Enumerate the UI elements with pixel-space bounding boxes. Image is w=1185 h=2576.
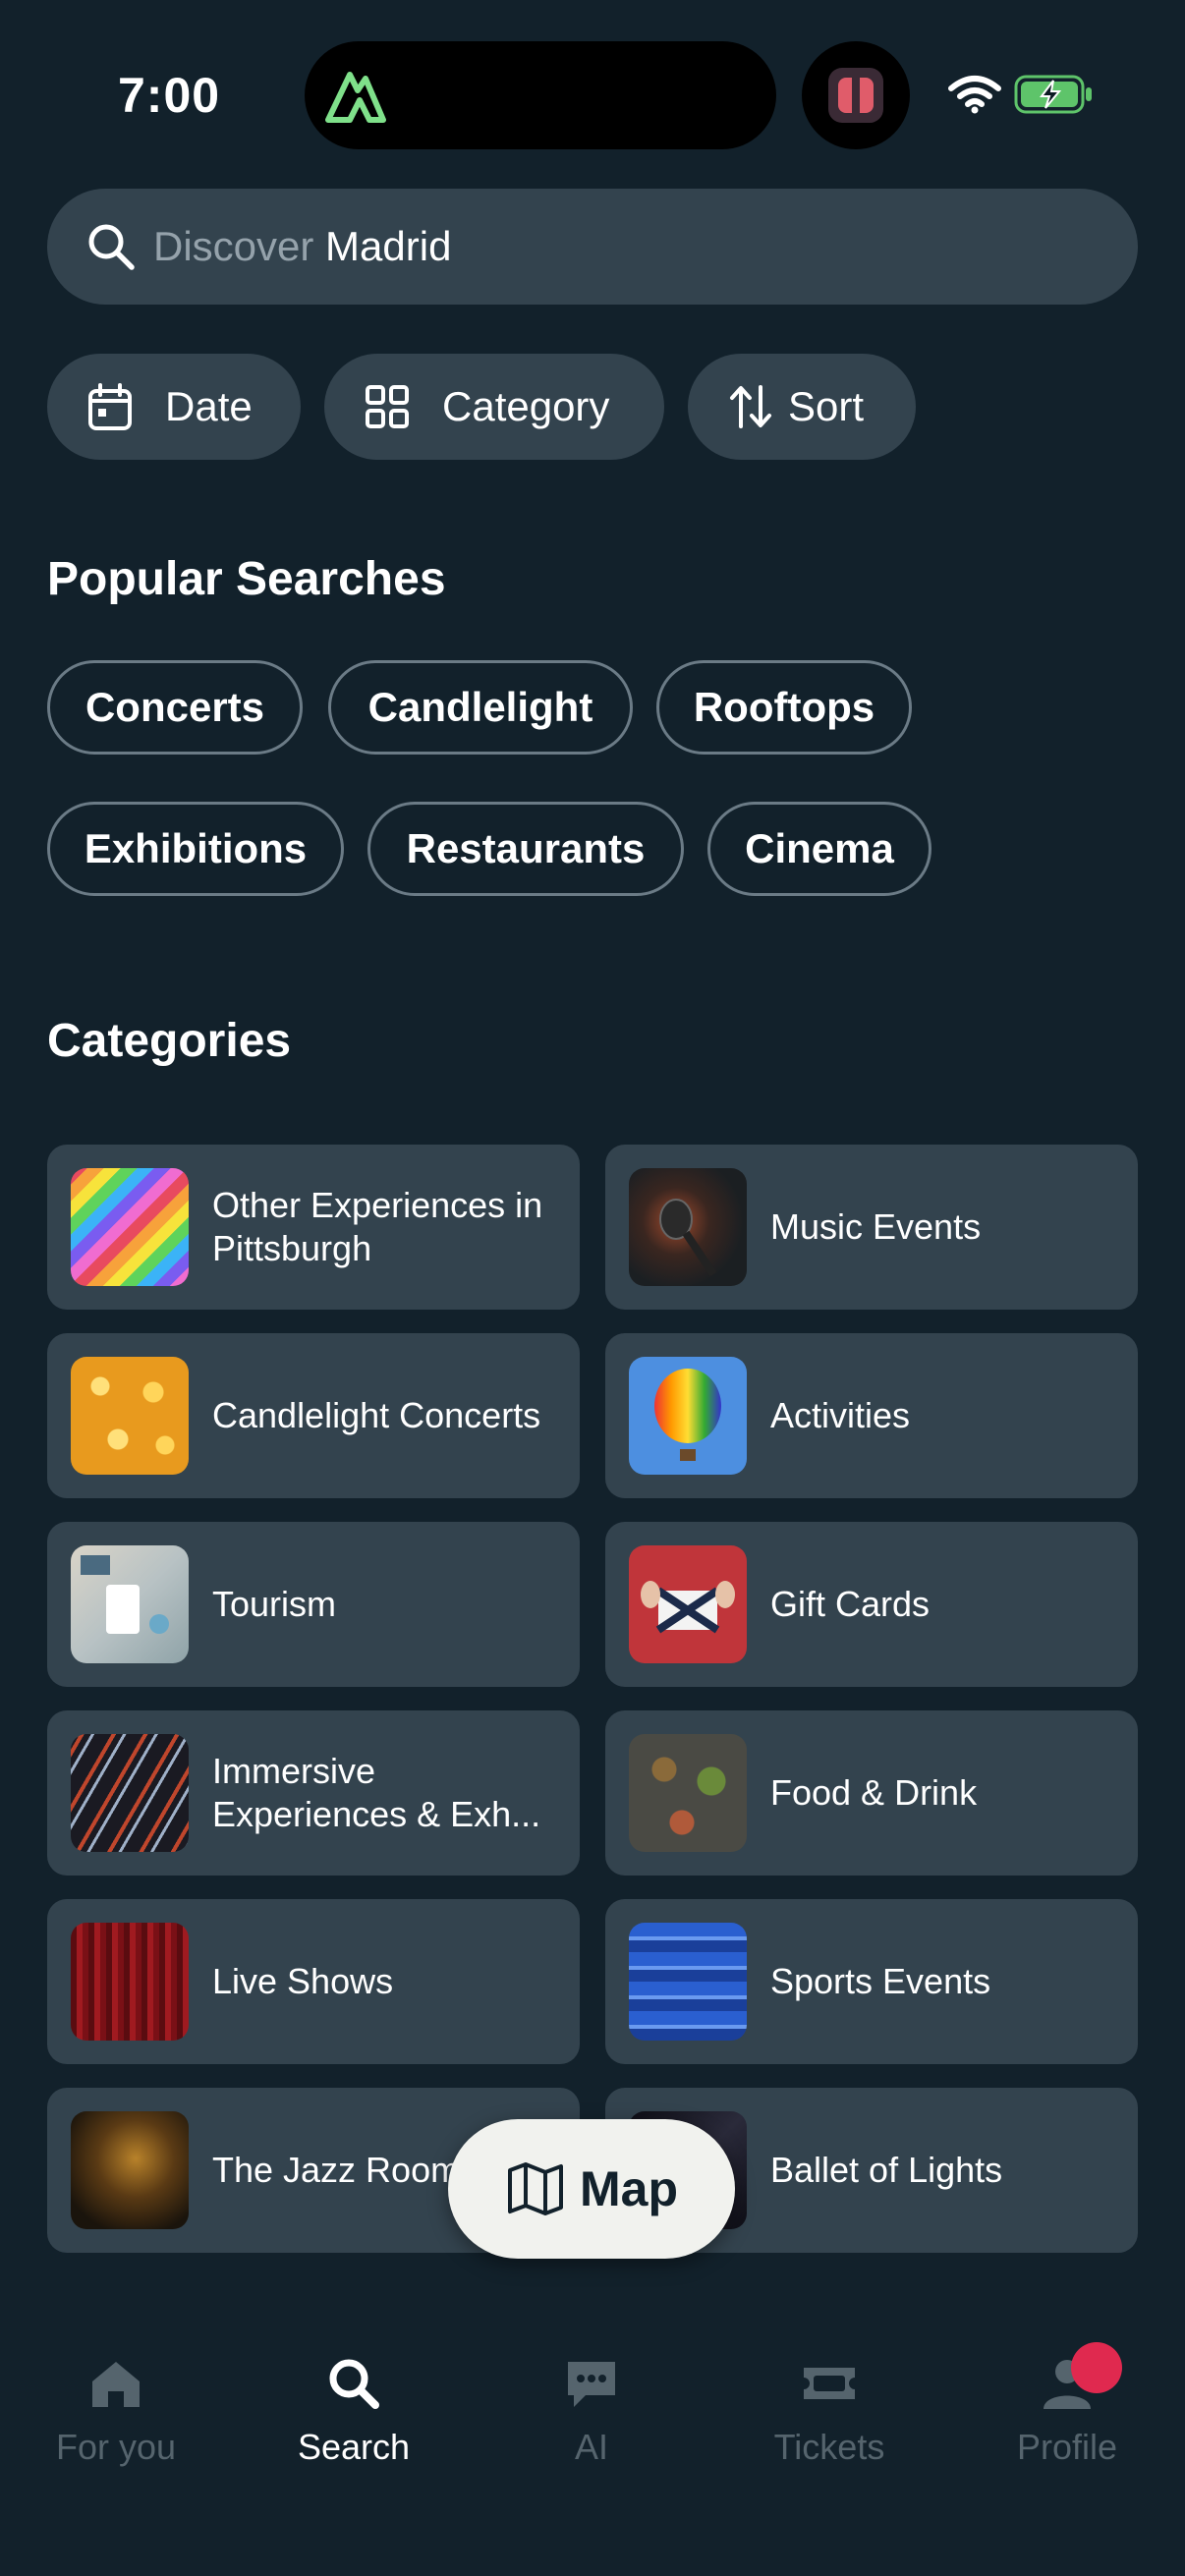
category-thumbnail xyxy=(71,1545,189,1663)
categories-title: Categories xyxy=(47,1015,292,1067)
category-label: Tourism xyxy=(212,1584,337,1624)
search-location: Madrid xyxy=(325,223,452,269)
bottom-nav: For you Search AI Tickets Profile xyxy=(0,2319,1185,2576)
category-label: Music Events xyxy=(770,1206,982,1247)
sort-filter-button[interactable]: Sort xyxy=(688,354,916,460)
popular-search-rooftops[interactable]: Rooftops xyxy=(656,660,912,755)
mountain-logo-icon xyxy=(325,72,386,123)
category-card[interactable]: Live Shows xyxy=(47,1899,580,2064)
category-card[interactable]: Gift Cards xyxy=(605,1522,1138,1687)
nav-for-you-label: For you xyxy=(55,2427,177,2467)
status-time: 7:00 xyxy=(118,68,221,123)
nav-ai-label: AI xyxy=(574,2427,608,2467)
category-label: Live Shows xyxy=(212,1961,394,2001)
nav-search[interactable]: Search xyxy=(246,2354,462,2501)
date-filter-button[interactable]: Date xyxy=(47,354,301,460)
map-button[interactable]: Map xyxy=(448,2119,735,2259)
nav-ai[interactable]: AI xyxy=(483,2354,700,2501)
live-activity-app-icon xyxy=(802,41,910,149)
search-bar[interactable]: Discover Madrid xyxy=(47,189,1138,305)
category-thumbnail xyxy=(71,1168,189,1286)
category-thumbnail xyxy=(71,2111,189,2229)
popular-search-cinema[interactable]: Cinema xyxy=(707,802,931,896)
nav-profile-label: Profile xyxy=(1016,2427,1118,2467)
popular-search-restaurants[interactable]: Restaurants xyxy=(367,802,684,896)
map-label: Map xyxy=(580,2161,678,2216)
category-label: Sports Events xyxy=(770,1961,991,2001)
category-card[interactable]: Candlelight Concerts xyxy=(47,1333,580,1498)
category-label: Immersive Experiences & Exh... xyxy=(212,1751,541,1834)
category-thumbnail xyxy=(71,1923,189,2041)
category-thumbnail xyxy=(629,1357,747,1475)
map-icon xyxy=(508,2162,563,2215)
nav-profile[interactable]: Profile xyxy=(959,2354,1175,2501)
category-card[interactable]: Tourism xyxy=(47,1522,580,1687)
wifi-icon xyxy=(948,76,1001,114)
category-thumbnail xyxy=(71,1734,189,1852)
category-thumbnail xyxy=(629,1168,747,1286)
category-card[interactable]: Food & Drink xyxy=(605,1710,1138,1876)
notification-badge xyxy=(1071,2342,1122,2393)
popular-search-exhibitions[interactable]: Exhibitions xyxy=(47,802,344,896)
chat-bubble-icon xyxy=(568,2362,615,2407)
popular-search-candlelight[interactable]: Candlelight xyxy=(328,660,633,755)
calendar-icon xyxy=(88,383,132,430)
search-placeholder: Discover xyxy=(153,223,314,269)
category-card[interactable]: Other Experiences in Pittsburgh xyxy=(47,1145,580,1310)
search-icon xyxy=(329,2359,379,2409)
category-thumbnail xyxy=(629,1734,747,1852)
home-icon xyxy=(92,2362,140,2407)
nav-for-you[interactable]: For you xyxy=(8,2354,224,2501)
dynamic-island xyxy=(305,41,776,149)
category-card[interactable]: Immersive Experiences & Exh... xyxy=(47,1710,580,1876)
ticket-icon xyxy=(804,2368,855,2399)
date-filter-label: Date xyxy=(165,383,253,429)
category-label: Activities xyxy=(770,1395,911,1435)
sort-arrows-icon xyxy=(730,385,771,428)
category-label: Food & Drink xyxy=(770,1772,978,1813)
popular-searches-title: Popular Searches xyxy=(47,553,446,605)
category-label: Candlelight Concerts xyxy=(212,1395,541,1435)
category-filter-label: Category xyxy=(442,383,610,429)
category-thumbnail xyxy=(629,1923,747,2041)
category-label: Gift Cards xyxy=(770,1584,931,1624)
nav-search-label: Search xyxy=(297,2427,411,2467)
category-label: Other Experiences in Pittsburgh xyxy=(212,1185,543,1268)
grid-icon xyxy=(366,385,409,428)
nav-tickets[interactable]: Tickets xyxy=(721,2354,937,2501)
category-thumbnail xyxy=(629,1545,747,1663)
category-card[interactable]: Music Events xyxy=(605,1145,1138,1310)
category-card[interactable]: Activities xyxy=(605,1333,1138,1498)
battery-charging-icon xyxy=(1014,75,1092,114)
search-icon xyxy=(88,224,135,270)
sort-filter-label: Sort xyxy=(788,383,865,429)
app-logo-icon xyxy=(838,78,874,113)
category-label: Ballet of Lights xyxy=(770,2150,1003,2190)
status-bar: 7:00 xyxy=(0,0,1185,157)
category-thumbnail xyxy=(71,1357,189,1475)
popular-search-concerts[interactable]: Concerts xyxy=(47,660,303,755)
category-filter-button[interactable]: Category xyxy=(324,354,664,460)
nav-tickets-label: Tickets xyxy=(773,2427,885,2467)
category-card[interactable]: Sports Events xyxy=(605,1899,1138,2064)
search-input[interactable]: Discover Madrid xyxy=(153,218,451,275)
